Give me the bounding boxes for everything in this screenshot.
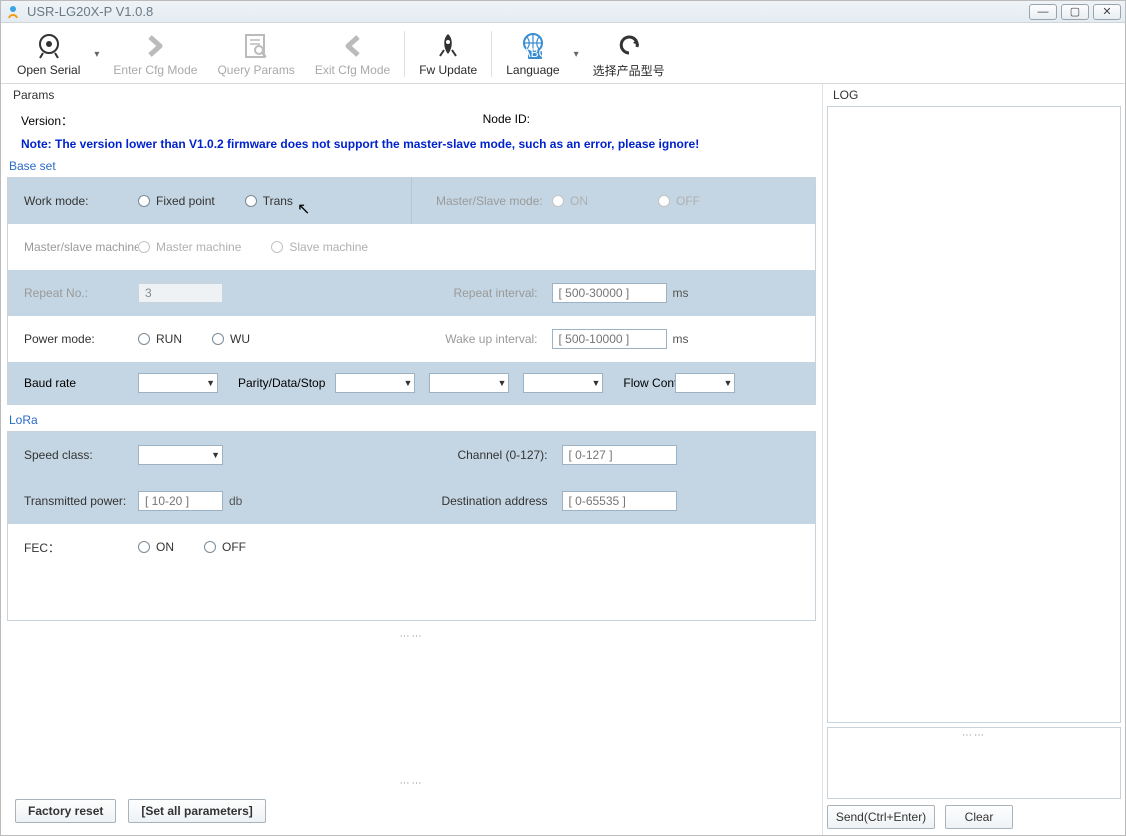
resize-dots-2: ⋯⋯ [7,774,816,793]
txpower-label: Transmitted power: [8,494,138,508]
send-button[interactable]: Send(Ctrl+Enter) [827,805,935,829]
wake-interval-unit: ms [673,332,689,346]
dest-addr-input[interactable] [562,491,677,511]
open-serial-label: Open Serial [17,63,80,77]
app-icon [5,4,21,20]
open-serial-button[interactable]: Open Serial [7,25,90,83]
radio-fixed-point[interactable]: Fixed point [138,194,215,208]
repeat-interval-input[interactable] [552,283,667,303]
maximize-button[interactable]: ▢ [1061,4,1089,20]
undo-icon [615,30,643,60]
radio-trans[interactable]: Trans [245,194,293,208]
search-doc-icon [242,31,270,61]
log-output [827,106,1121,723]
nodeid-label: Node ID: [483,112,530,129]
globe-icon: ABC [518,31,548,61]
clear-button[interactable]: Clear [945,805,1013,829]
repeat-interval-unit: ms [673,286,689,300]
parity-label: Parity/Data/Stop [238,376,325,390]
chevron-left-icon [340,31,366,61]
chevron-right-icon [142,31,168,61]
titlebar: USR-LG20X-P V1.0.8 — ▢ ✕ [1,1,1125,23]
command-input-box[interactable]: ⋯⋯ [827,727,1121,799]
flow-label: Flow Control [623,376,675,390]
radio-fec-on[interactable]: ON [138,540,174,554]
radio-run[interactable]: RUN [138,332,182,346]
radio-wu[interactable]: WU [212,332,250,346]
radio-msmode-on: ON [552,194,588,208]
firmware-note: Note: The version lower than V1.0.2 firm… [7,133,816,157]
minimize-button[interactable]: — [1029,4,1057,20]
exit-cfg-label: Exit Cfg Mode [315,63,390,77]
data-combo[interactable]: ▼ [429,373,509,393]
svg-text:ABC: ABC [523,46,548,60]
params-panel-label: Params [7,84,816,104]
language-dropdown[interactable]: ▾ [570,25,583,83]
radio-master-machine: Master machine [138,240,241,254]
set-all-button[interactable]: [Set all parameters] [128,799,265,823]
close-button[interactable]: ✕ [1093,4,1121,20]
exit-cfg-button[interactable]: Exit Cfg Mode [305,25,400,83]
wake-interval-input[interactable] [552,329,667,349]
factory-reset-button[interactable]: Factory reset [15,799,116,823]
enter-cfg-label: Enter Cfg Mode [113,63,197,77]
fec-label: FEC： [8,539,138,556]
resize-dots-1: ⋯⋯ [7,627,816,646]
target-icon [34,31,64,61]
repeat-interval-label: Repeat interval: [412,286,552,300]
enter-cfg-button[interactable]: Enter Cfg Mode [103,25,207,83]
version-label: Version： [21,112,73,129]
parity-combo[interactable]: ▼ [335,373,415,393]
radio-fec-off[interactable]: OFF [204,540,246,554]
txpower-unit: db [229,494,242,508]
language-label: Language [506,63,559,77]
product-label: 选择产品型号 [593,62,665,79]
resize-dots-3: ⋯⋯ [828,726,1120,745]
base-set-group: Work mode: Fixed point Trans Master/Slav… [7,177,816,405]
radio-slave-machine: Slave machine [271,240,368,254]
channel-label: Channel (0-127): [412,448,562,462]
lora-label: LoRa [7,411,816,429]
power-mode-label: Power mode: [8,332,138,346]
language-button[interactable]: ABC Language [496,25,569,83]
query-params-label: Query Params [217,63,294,77]
wake-interval-label: Wake up interval: [412,332,552,346]
product-button[interactable]: 选择产品型号 [583,25,675,83]
ms-mode-label: Master/Slave mode: [412,194,552,208]
base-set-label: Base set [7,157,816,175]
lora-group: Speed class: ▼ Channel (0-127): Transmit… [7,431,816,621]
ms-machine-label: Master/slave machine [8,240,138,254]
baud-combo[interactable]: ▼ [138,373,218,393]
speed-class-combo[interactable]: ▼ [138,445,223,465]
query-params-button[interactable]: Query Params [207,25,304,83]
log-panel-label: LOG [827,84,1121,104]
work-mode-label: Work mode: [8,194,138,208]
fw-update-button[interactable]: Fw Update [409,25,487,83]
channel-input[interactable] [562,445,677,465]
fw-update-label: Fw Update [419,63,477,77]
stop-combo[interactable]: ▼ [523,373,603,393]
open-serial-dropdown[interactable]: ▾ [90,25,103,83]
dest-addr-label: Destination address [412,494,562,508]
baud-label: Baud rate [8,376,138,390]
repeat-no-label: Repeat No.: [8,286,138,300]
window-title: USR-LG20X-P V1.0.8 [27,4,153,19]
rocket-icon [435,31,461,61]
speed-class-label: Speed class: [8,448,138,462]
radio-msmode-off: OFF [658,194,700,208]
flow-combo[interactable]: ▼ [675,373,735,393]
txpower-input[interactable] [138,491,223,511]
toolbar: Open Serial ▾ Enter Cfg Mode Query Param… [1,23,1125,84]
repeat-no-input [138,283,223,303]
